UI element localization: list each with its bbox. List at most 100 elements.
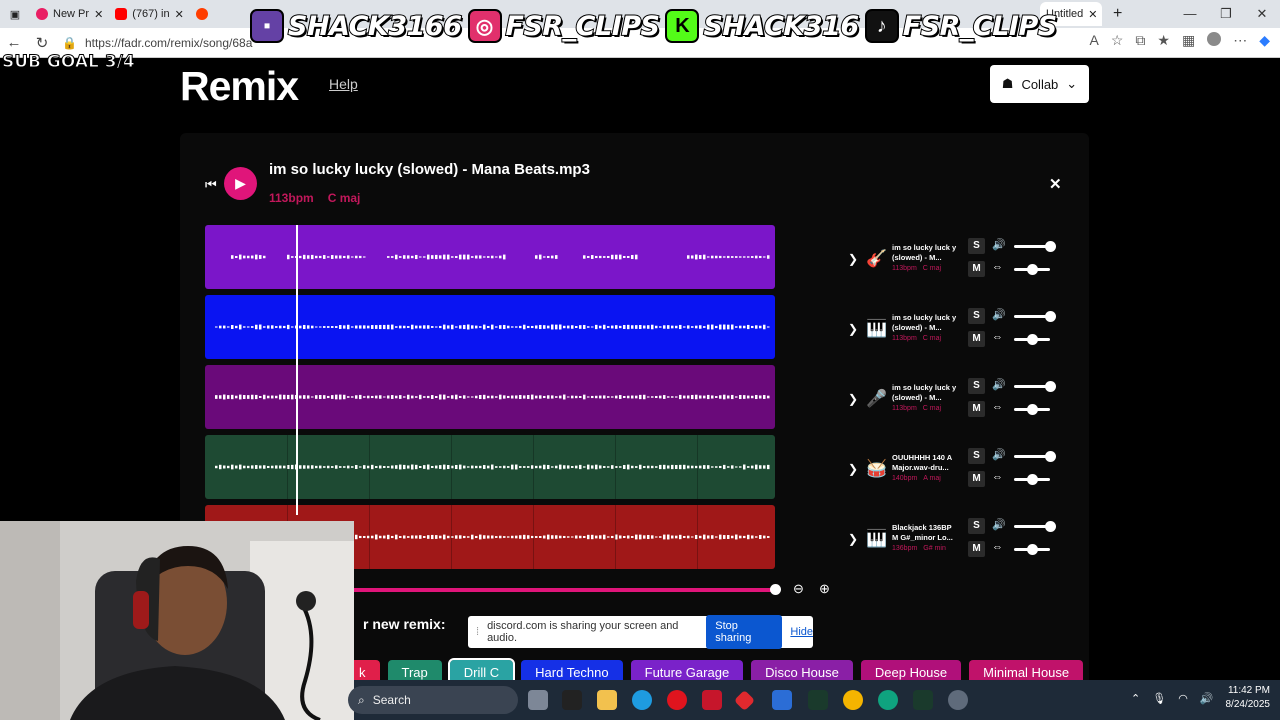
wifi-icon[interactable]: ◠ (1178, 692, 1188, 705)
pan-slider-handle[interactable] (1027, 264, 1038, 275)
collab-dropdown[interactable]: ☗ Collab ⌄ (990, 65, 1089, 103)
playhead[interactable] (296, 225, 298, 515)
volume-slider-handle[interactable] (1045, 381, 1056, 392)
favorites-icon[interactable]: ★ (1157, 32, 1170, 49)
terminal-2-icon[interactable] (913, 690, 933, 710)
chrome-icon[interactable] (843, 690, 863, 710)
pan-slider-handle[interactable] (1027, 404, 1038, 415)
genre-button[interactable]: Drill C (447, 658, 516, 680)
tab-other[interactable] (190, 2, 214, 26)
expand-chevron-icon[interactable]: ❯ (848, 462, 858, 476)
terminal-icon[interactable] (808, 690, 828, 710)
task-view-icon[interactable] (528, 690, 548, 710)
genre-button[interactable]: Hard Techno (521, 660, 623, 680)
mute-button[interactable]: M (968, 401, 985, 417)
zoom-in-icon[interactable]: ⊕ (819, 581, 830, 597)
new-tab-icon[interactable]: + (1113, 5, 1122, 23)
epic-games-icon[interactable] (562, 690, 582, 710)
solo-button[interactable]: S (968, 518, 985, 534)
waveform-lane[interactable] (205, 225, 775, 289)
volume-slider[interactable] (1014, 451, 1056, 462)
solo-button[interactable]: S (968, 378, 985, 394)
edge-active-icon[interactable] (878, 690, 898, 710)
favorite-star-icon[interactable]: ☆ (1111, 32, 1124, 49)
volume-slider-handle[interactable] (1045, 241, 1056, 252)
minimize-icon[interactable]: — (1172, 0, 1208, 28)
profile-avatar[interactable] (1207, 32, 1222, 46)
mute-button[interactable]: M (968, 541, 985, 557)
expand-chevron-icon[interactable]: ❯ (848, 252, 858, 266)
store-icon[interactable] (772, 690, 792, 710)
back-icon[interactable]: ← (0, 34, 28, 51)
settings-icon[interactable] (948, 690, 968, 710)
close-icon[interactable]: ✕ (175, 8, 184, 21)
drag-handle-icon[interactable]: ⁞ (476, 626, 479, 638)
volume-slider[interactable] (1014, 311, 1056, 322)
extensions-icon[interactable]: ⧉ (1135, 32, 1145, 49)
pan-slider[interactable] (1014, 404, 1050, 415)
waveform-lane[interactable] (205, 295, 775, 359)
genre-button[interactable]: Trap (387, 660, 442, 680)
copilot-icon[interactable]: ◆ (1259, 32, 1270, 49)
solo-button[interactable]: S (968, 308, 985, 324)
mute-button[interactable]: M (968, 471, 985, 487)
refresh-icon[interactable]: ↻ (28, 34, 56, 52)
skip-back-icon[interactable]: ⏮ (205, 177, 217, 193)
volume-slider[interactable] (1014, 381, 1056, 392)
volume-slider-handle[interactable] (1045, 521, 1056, 532)
mute-button[interactable]: M (968, 331, 985, 347)
solo-button[interactable]: S (968, 238, 985, 254)
zoom-slider-track[interactable] (352, 588, 775, 592)
piano-icon: 🎹 (866, 319, 888, 338)
zoom-out-icon[interactable]: ⊖ (793, 581, 804, 597)
pan-slider[interactable] (1014, 544, 1050, 555)
pan-slider-handle[interactable] (1027, 334, 1038, 345)
pan-slider-handle[interactable] (1027, 474, 1038, 485)
close-icon[interactable]: ✕ (1088, 8, 1097, 21)
waveform-lane[interactable] (205, 435, 775, 499)
pan-slider[interactable] (1014, 264, 1050, 275)
edge-browser-icon[interactable] (632, 690, 652, 710)
expand-chevron-icon[interactable]: ❯ (848, 392, 858, 406)
volume-slider[interactable] (1014, 241, 1056, 252)
help-link[interactable]: Help (329, 76, 358, 92)
zoom-slider-handle[interactable] (770, 584, 781, 595)
pan-slider-handle[interactable] (1027, 544, 1038, 555)
stop-sharing-button[interactable]: Stop sharing (706, 615, 783, 649)
clock[interactable]: 11:42 PM 8/24/2025 (1226, 684, 1271, 712)
mute-button[interactable]: M (968, 261, 985, 277)
site-info-icon[interactable]: 🔒 (62, 36, 77, 50)
tab-actions-icon[interactable]: ▣ (0, 8, 30, 21)
play-button[interactable]: ▶ (224, 167, 257, 200)
expand-chevron-icon[interactable]: ❯ (848, 532, 858, 546)
more-menu-icon[interactable]: ⋯ (1233, 32, 1247, 49)
hide-button[interactable]: Hide (790, 626, 813, 638)
pan-slider[interactable] (1014, 334, 1050, 345)
solo-button[interactable]: S (968, 448, 985, 464)
pan-slider[interactable] (1014, 474, 1050, 485)
genre-button[interactable]: Deep House (860, 660, 962, 680)
volume-slider-handle[interactable] (1045, 311, 1056, 322)
volume-slider-handle[interactable] (1045, 451, 1056, 462)
maximize-icon[interactable]: ❐ (1208, 0, 1244, 28)
waveform-lane[interactable] (205, 365, 775, 429)
speaker-icon[interactable]: 🔊 (1200, 692, 1214, 705)
close-icon[interactable]: ✕ (1049, 175, 1062, 193)
file-explorer-icon[interactable] (597, 690, 617, 710)
shield-app-icon[interactable] (702, 690, 722, 710)
volume-slider[interactable] (1014, 521, 1056, 532)
close-icon[interactable]: ✕ (94, 8, 103, 21)
genre-button[interactable]: Disco House (751, 660, 853, 680)
expand-chevron-icon[interactable]: ❯ (848, 322, 858, 336)
chevron-up-icon[interactable]: ⌃ (1131, 692, 1140, 705)
genre-button[interactable]: Minimal House (969, 660, 1084, 680)
close-window-icon[interactable]: ✕ (1244, 0, 1280, 28)
genre-button[interactable]: Future Garage (630, 660, 744, 680)
tab-new-pr[interactable]: New Pr ✕ (30, 2, 109, 26)
collections-icon[interactable]: ▦ (1182, 32, 1195, 49)
read-aloud-icon[interactable]: A (1090, 32, 1099, 49)
taskbar-search[interactable]: ⌕ Search (348, 686, 518, 714)
microphone-icon[interactable]: 🎙 (1152, 692, 1166, 705)
tab-youtube[interactable]: (767) in ✕ (109, 2, 190, 26)
opera-icon[interactable] (667, 690, 687, 710)
